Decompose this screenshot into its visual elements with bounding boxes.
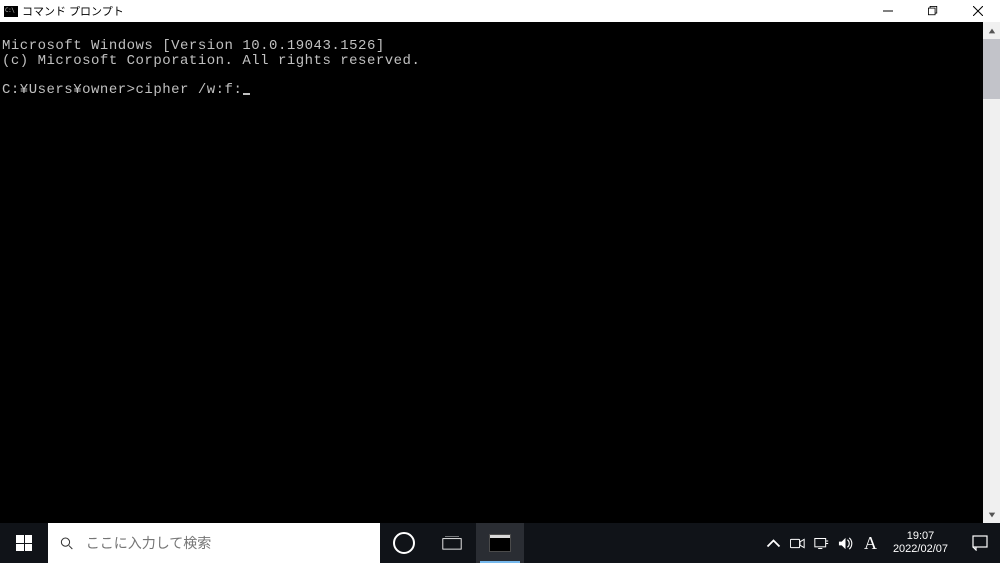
vertical-scrollbar[interactable] xyxy=(983,22,1000,523)
clock-time: 19:07 xyxy=(907,530,935,543)
task-view-button[interactable] xyxy=(428,523,476,563)
cortana-button[interactable] xyxy=(380,523,428,563)
console-line-copyright: (c) Microsoft Corporation. All rights re… xyxy=(2,54,998,69)
close-button[interactable] xyxy=(955,0,1000,22)
console-output[interactable]: Microsoft Windows [Version 10.0.19043.15… xyxy=(0,22,1000,523)
taskbar-search[interactable] xyxy=(48,523,380,563)
scroll-up-button[interactable] xyxy=(983,22,1000,39)
text-cursor xyxy=(243,93,250,95)
prompt-path: C:¥Users¥owner> xyxy=(2,82,136,98)
system-tray: A 19:07 2022/02/07 xyxy=(762,523,960,563)
taskbar-app-command-prompt[interactable] xyxy=(476,523,524,563)
window-title: コマンド プロンプト xyxy=(22,3,124,19)
cortana-icon xyxy=(393,532,415,554)
console-line-version: Microsoft Windows [Version 10.0.19043.15… xyxy=(2,39,998,54)
search-input[interactable] xyxy=(84,534,380,552)
ime-mode-indicator[interactable]: A xyxy=(862,534,879,552)
task-view-icon xyxy=(442,536,462,550)
scrollbar-track[interactable] xyxy=(983,39,1000,506)
clock-date: 2022/02/07 xyxy=(893,543,948,556)
action-center-button[interactable] xyxy=(960,523,1000,563)
minimize-button[interactable] xyxy=(865,0,910,22)
windows-logo-icon xyxy=(16,535,32,551)
taskbar: A 19:07 2022/02/07 xyxy=(0,523,1000,563)
tray-overflow-button[interactable] xyxy=(766,535,782,551)
taskbar-clock[interactable]: 19:07 2022/02/07 xyxy=(887,530,954,556)
console-prompt: C:¥Users¥owner>cipher /w:f: xyxy=(2,83,998,98)
scrollbar-thumb[interactable] xyxy=(983,39,1000,99)
network-icon[interactable] xyxy=(814,535,830,551)
search-icon xyxy=(60,536,74,551)
current-command: cipher /w:f: xyxy=(136,82,243,98)
meet-now-icon[interactable] xyxy=(790,535,806,551)
command-prompt-icon xyxy=(4,6,18,17)
start-button[interactable] xyxy=(0,523,48,563)
maximize-button[interactable] xyxy=(910,0,955,22)
command-prompt-taskbar-icon xyxy=(489,534,511,552)
command-prompt-window: コマンド プロンプト Microsoft Windows [Version 10… xyxy=(0,0,1000,523)
volume-icon[interactable] xyxy=(838,535,854,551)
notification-icon xyxy=(972,535,988,551)
scroll-down-button[interactable] xyxy=(983,506,1000,523)
window-titlebar[interactable]: コマンド プロンプト xyxy=(0,0,1000,22)
